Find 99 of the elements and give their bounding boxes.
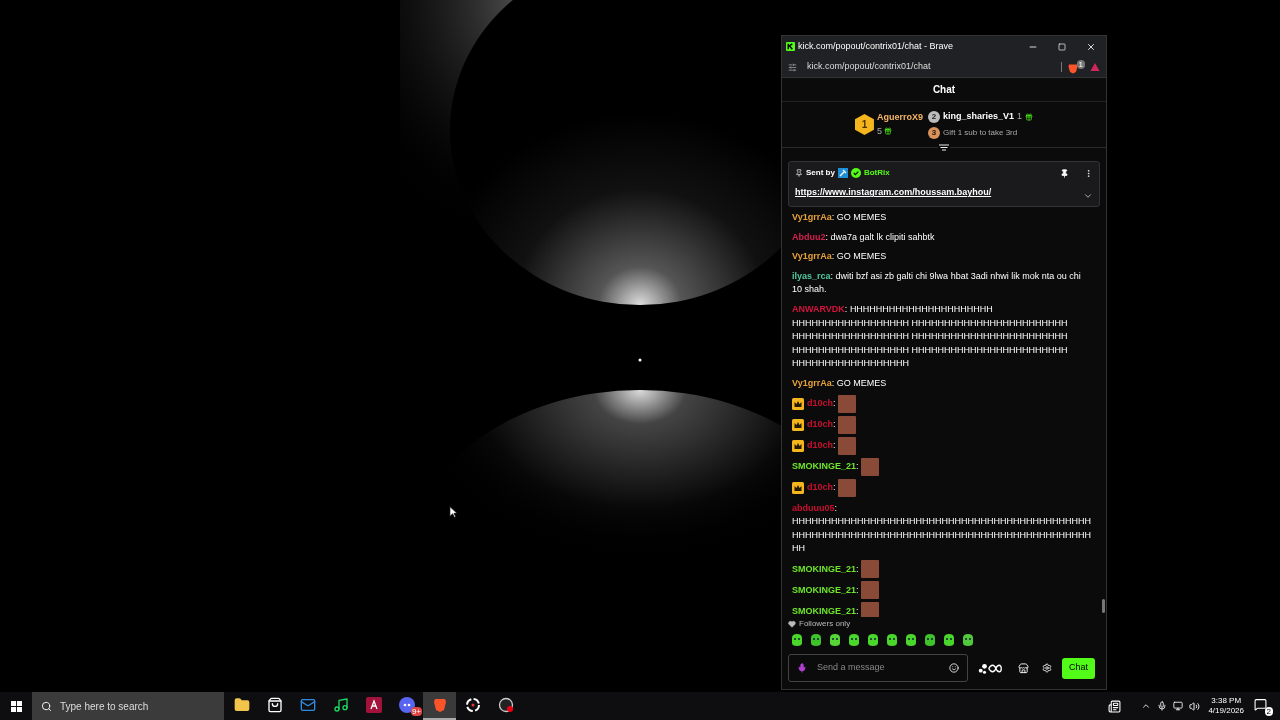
chat-message: d10ch: [807,439,836,453]
emote-icon[interactable] [904,633,918,647]
notification-count: 2 [1264,707,1273,716]
windows-logo-icon [10,700,22,712]
close-icon[interactable] [1086,41,1096,52]
chat-message: ANWARVDK: HHHHHHHHHHHHHHHHHHHHHH HHHHHHHHHHHHHHHHHH HHHHHHHHHHHHHHHHHHHHHHHH HHHHHHHHHHHHHHHHHH HHHHHHHHHHHHHHHHHHHHHHHH HHHHHHHHHHHHHHHHHH HHHHHHHHHHHHHHHHHHHHHHHH HHHHHHHHHHHHHHHHHH [792,302,1069,371]
notifications-button[interactable]: 2 [1254,698,1270,714]
chat-message: abduuu05: HHHHHHHHHHHHHHHHHHHHHHHHHHHHHHHHHHHHHHHHHHHHHHHHHHHHHHHHHHHHHHHHHHHHHHHHHHHHHHHHHHHHHHHHHHHHHH [792,501,1092,556]
chat-mode: Followers only [799,618,851,630]
gift-count: 1 [1017,110,1023,124]
emote-image-placeholder [860,458,879,477]
chevron-up-icon[interactable] [1141,701,1152,711]
k-logo-icon [786,42,795,51]
shield-count: 1 [1076,59,1085,69]
chat-message: Vy1grrAa: GO MEMES [792,376,887,390]
emote-icon[interactable] [847,633,861,647]
verified-badge-icon [850,168,861,178]
leader-name[interactable]: AguerroX9 [876,111,923,125]
emote-image-placeholder [860,560,879,579]
clock[interactable]: 3:38 PM 4/19/2026 [1208,696,1244,716]
taskbar-search-field[interactable]: Type here to search [32,692,224,720]
shield-button[interactable]: 1 [1068,59,1085,75]
shopping-bag-icon [266,697,283,713]
chat-message: d10ch: [807,481,836,495]
chat-title: Chat [932,83,956,97]
hammer-badge-icon [837,168,848,178]
expand-icon[interactable] [1083,191,1093,201]
news-icon[interactable] [1108,699,1122,713]
heart-icon [788,620,796,628]
settings-icon[interactable] [1042,663,1052,673]
chat-message: Abduu2: dwa7a galt lk clipiti sahbtk [792,230,935,244]
window-title: kick.com/popout/contrix01/chat - Brave [798,39,955,53]
rank-badge: 3 [927,126,940,139]
folder-icon [233,697,250,713]
notifications-icon [1254,698,1267,711]
pin-icon [795,169,803,177]
emote-icon[interactable] [961,633,975,647]
pinned-link[interactable]: https://www.instagram.com/houssam.bayhou/ [795,186,1083,200]
pinned-label: Sent by [806,167,835,179]
emote-image-placeholder [837,416,856,435]
leader-name[interactable]: king_sharies_V1 [942,110,1014,124]
emote-icon[interactable] [923,633,937,647]
store-icon[interactable] [1018,662,1029,674]
envelope-icon [299,697,316,713]
maximize-icon[interactable] [1058,42,1066,51]
clock-date: 4/19/2026 [1208,706,1244,716]
emote-image-placeholder [837,437,856,456]
chat-message: SMOKINGE_21: [792,562,859,576]
site-settings-icon[interactable] [788,62,797,72]
pinned-author[interactable]: BotRix [863,167,1057,179]
taskbar-app-button[interactable]: 9+ [390,692,423,720]
mouse-cursor-icon [449,505,458,519]
emoji-icon[interactable] [949,663,959,673]
emote-icon[interactable] [942,633,956,647]
chat-message: Vy1grrAa: GO MEMES [792,250,887,264]
leaderboard-hint: Gift 1 sub to take 3rd [942,126,1018,139]
message-text[interactable]: Send a message [817,661,939,675]
emote-icon[interactable] [828,633,842,647]
search-icon [41,700,52,712]
microphone-icon[interactable] [1157,701,1168,711]
emote-image-placeholder [837,395,856,414]
triangle-icon[interactable] [1090,62,1100,72]
record-app-icon [497,697,514,713]
clock-time: 3:38 PM [1211,696,1242,706]
chat-message: ilyas_rca: dwiti bzf asi zb galti chi 9lwa hbat 3adi nhwi lik mok nta ou chi 10 shah. [792,269,1082,297]
chat-message: SMOKINGE_21: [792,583,859,597]
message-input[interactable]: Send a message [788,654,968,682]
chat-send-button[interactable]: Chat [1062,657,1095,679]
search-input[interactable]: Type here to search [60,698,215,714]
chat-message: d10ch: [807,397,836,411]
scrollbar-thumb[interactable] [1102,599,1105,613]
gift-icon [1025,113,1034,121]
emote-icon[interactable] [809,633,823,647]
network-icon[interactable] [1173,701,1184,711]
emote-image-placeholder [837,479,856,498]
shield-icon [1068,62,1078,74]
pin-icon[interactable] [1060,168,1069,178]
chat-message: Vy1grrAa: GO MEMES [792,211,887,224]
emote-icon[interactable] [790,633,804,647]
dots-infinity-icon[interactable] [978,662,1004,674]
ring-icon [464,697,481,713]
shield-icon [431,697,448,713]
emote-icon[interactable] [885,633,899,647]
app-tile-icon [365,697,382,713]
emote-icon[interactable] [866,633,880,647]
chat-message: SMOKINGE_21: [792,604,859,617]
emote-image-placeholder [860,581,879,600]
rank-badge: 2 [927,111,940,123]
rank-badge: 1 [854,114,874,135]
gift-count: 5 [876,124,882,138]
chat-message: d10ch: [807,418,836,432]
address-bar[interactable]: kick.com/popout/contrix01/chat [807,60,1061,74]
music-icon [332,697,349,713]
notification-badge: 9+ [410,707,422,716]
emote-image-placeholder [860,602,879,617]
chat-message: SMOKINGE_21: [792,460,859,474]
gift-icon [883,127,892,136]
volume-icon[interactable] [1189,700,1201,712]
more-icon[interactable] [1084,168,1093,178]
